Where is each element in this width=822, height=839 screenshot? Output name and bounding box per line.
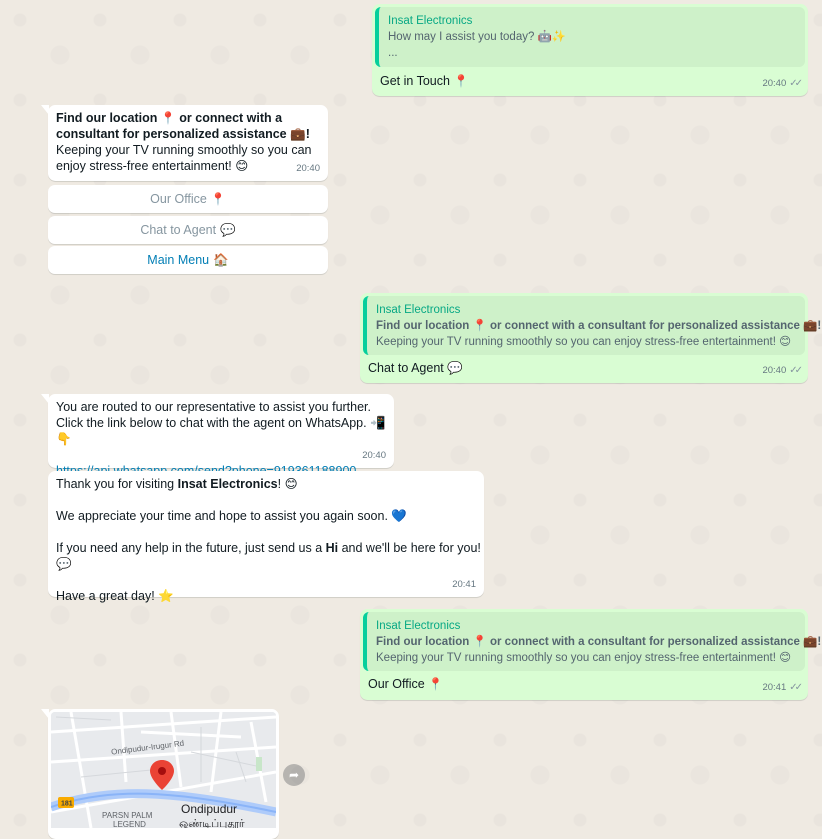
our-office-button[interactable]: Our Office 📍	[48, 185, 328, 213]
quote-title: Find our location 📍 or connect with a co…	[376, 320, 822, 332]
quote-text: How may I assist you today? 🤖✨	[388, 31, 567, 43]
message-text: Chat to Agent 💬	[368, 361, 463, 375]
quote-sender-name: Insat Electronics	[376, 620, 461, 632]
pin-icon: 📍	[160, 111, 176, 125]
outgoing-message-chat-to-agent[interactable]: Insat Electronics Find our location 📍 or…	[360, 293, 822, 383]
quoted-message[interactable]: Insat Electronics How may I assist you t…	[375, 7, 805, 67]
briefcase-icon: 💼	[290, 127, 306, 141]
house-icon: 🏠	[213, 252, 229, 267]
message-time: 20:41	[452, 579, 476, 590]
place-name-tamil: ஒண்டிப்புதூர்	[179, 817, 245, 828]
double-check-icon: ✓✓	[789, 682, 803, 693]
main-menu-button[interactable]: Main Menu 🏠	[48, 246, 328, 274]
quoted-message[interactable]: Insat Electronics Find our location 📍 or…	[363, 612, 822, 671]
location-map-preview[interactable]: Ondipudur-Irugur Rd 181 Ondipudur ஒண்டிப…	[51, 712, 276, 828]
poi-label-line1: PARSN PALM	[102, 811, 153, 820]
speech-bubble-icon: 💬	[220, 222, 236, 237]
message-time: 20:40	[296, 163, 320, 174]
quote-text: Keeping your TV running smoothly so you …	[376, 336, 792, 348]
quote-sender-name: Insat Electronics	[388, 15, 473, 27]
quote-title: Find our location 📍 or connect with a co…	[376, 636, 822, 648]
message-time: 20:41 ✓✓	[762, 680, 803, 696]
message-text: Thank you for visiting Insat Electronics…	[56, 477, 481, 603]
quote-sender-name: Insat Electronics	[376, 304, 461, 316]
pin-icon: 📍	[453, 74, 469, 88]
map-graphic: Ondipudur-Irugur Rd 181 Ondipudur ஒண்டிப…	[51, 712, 276, 828]
message-time: 20:40 ✓✓	[762, 76, 803, 92]
speech-bubble-icon: 💬	[447, 361, 463, 375]
chat-to-agent-button[interactable]: Chat to Agent 💬	[48, 216, 328, 244]
route-badge: 181	[61, 801, 73, 808]
double-check-icon: ✓✓	[789, 365, 803, 376]
quote-ellipsis: ...	[388, 47, 398, 59]
quoted-message[interactable]: Insat Electronics Find our location 📍 or…	[363, 296, 822, 355]
incoming-message-thank-you: Thank you for visiting Insat Electronics…	[48, 471, 484, 603]
double-check-icon: ✓✓	[789, 78, 803, 89]
incoming-message-agent-link: You are routed to our representative to …	[41, 394, 394, 478]
outgoing-message-get-in-touch[interactable]: Insat Electronics How may I assist you t…	[372, 4, 808, 96]
message-time: 20:40	[362, 450, 386, 461]
place-name: Ondipudur	[181, 802, 237, 816]
outgoing-message-our-office[interactable]: Insat Electronics Find our location 📍 or…	[360, 609, 822, 700]
pin-icon: 📍	[428, 677, 444, 691]
message-time: 20:40 ✓✓	[762, 363, 803, 379]
pin-icon: 📍	[210, 192, 226, 206]
message-text: Our Office 📍	[368, 677, 444, 691]
message-text: Find our location 📍 or connect with a co…	[56, 111, 312, 173]
smile-icon: 😊	[235, 159, 249, 173]
message-text: Get in Touch 📍	[380, 74, 469, 88]
incoming-message-options: Find our location 📍 or connect with a co…	[41, 105, 328, 181]
message-text: You are routed to our representative to …	[56, 399, 394, 479]
forward-icon[interactable]: ➦	[283, 764, 305, 786]
poi-label-line2: LEGEND	[113, 820, 146, 828]
quote-text: Keeping your TV running smoothly so you …	[376, 652, 792, 664]
